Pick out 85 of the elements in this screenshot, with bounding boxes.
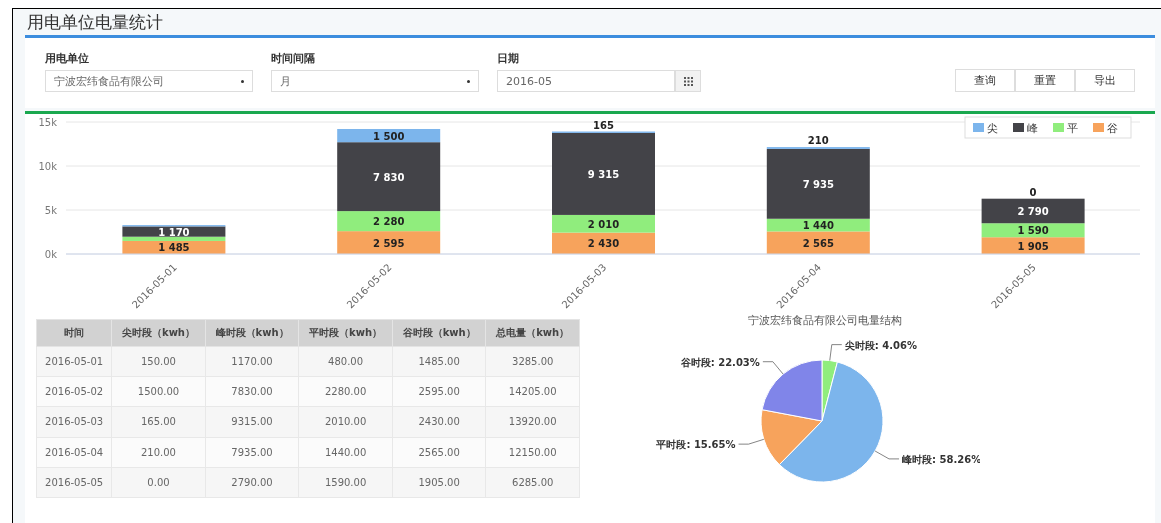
axis-tick-label: 5k xyxy=(44,205,57,216)
leader-line xyxy=(738,438,765,445)
action-button[interactable]: 查询 xyxy=(955,69,1015,92)
slice-label: 峰时段: 58.26% xyxy=(902,453,980,465)
table-cell: 2430.00 xyxy=(392,406,486,438)
bar-value-label: 2 010 xyxy=(587,218,620,230)
bar-value-label: 9 315 xyxy=(587,168,620,180)
table-cell: 2016-05-02 xyxy=(36,376,112,407)
bar-value-label: 7 830 xyxy=(373,171,405,183)
bar-value-label: 1 905 xyxy=(1017,240,1049,252)
bar-value-label: 2 280 xyxy=(373,216,405,228)
bar-value-label: 1 440 xyxy=(802,220,834,232)
caret-icon xyxy=(467,79,470,83)
table-cell: 13920.00 xyxy=(485,406,580,438)
table-cell: 210.00 xyxy=(111,437,206,468)
select-field[interactable]: 宁波宏纬食品有限公司 xyxy=(45,70,253,92)
axis-tick-label: 10k xyxy=(38,161,57,172)
table-cell: 7935.00 xyxy=(205,437,299,468)
bar-value-label: 2 565 xyxy=(802,237,834,249)
legend-label[interactable]: 谷 xyxy=(1107,122,1118,135)
bar-value-label: 1 590 xyxy=(1017,225,1049,237)
date-field[interactable]: 2016-05 xyxy=(497,70,675,92)
grid-icon xyxy=(683,76,693,86)
column-header: 总电量（kwh） xyxy=(485,319,580,347)
table-cell: 0.00 xyxy=(111,467,206,498)
field-label: 用电单位 xyxy=(45,51,90,66)
table-cell: 6285.00 xyxy=(485,467,580,498)
slice-label: 尖时段: 4.06% xyxy=(844,339,917,351)
table-cell: 2280.00 xyxy=(298,376,393,407)
leader-line xyxy=(874,450,900,460)
leader-line xyxy=(762,361,784,375)
table-cell: 2595.00 xyxy=(392,376,486,407)
leader-line xyxy=(829,344,843,361)
bar-value-label: 1 170 xyxy=(158,226,190,238)
slice-label: 谷时段: 22.03% xyxy=(680,356,760,368)
axis-tick-label: 0k xyxy=(44,249,57,260)
column-header: 时间 xyxy=(36,319,112,347)
table-cell: 150.00 xyxy=(111,346,206,377)
table-cell: 1500.00 xyxy=(111,376,206,407)
axis-tick-label: 15k xyxy=(38,117,57,128)
table-cell: 2790.00 xyxy=(205,467,299,498)
table-cell: 1170.00 xyxy=(205,346,299,377)
table-cell: 2016-05-05 xyxy=(36,467,112,498)
legend-label[interactable]: 峰 xyxy=(1027,122,1038,135)
table-cell: 12150.00 xyxy=(485,437,580,468)
field-label: 日期 xyxy=(497,51,520,66)
table-cell: 3285.00 xyxy=(485,346,580,377)
bar-value-label: 2 595 xyxy=(373,237,405,249)
legend-label[interactable]: 平 xyxy=(1067,122,1078,135)
table-cell: 2016-05-03 xyxy=(36,406,112,438)
field-label: 时间间隔 xyxy=(271,51,316,66)
bar-value-label: 1 485 xyxy=(158,242,190,254)
chart-title: 宁波宏纬食品有限公司电量结构 xyxy=(747,313,902,328)
table-cell: 9315.00 xyxy=(205,406,299,438)
caret-icon xyxy=(241,79,244,83)
bar-value-label: 165 xyxy=(593,119,614,131)
bar-value-label: 2 430 xyxy=(587,238,620,250)
table-cell: 1905.00 xyxy=(392,467,486,498)
table-cell: 1440.00 xyxy=(298,437,393,468)
table-cell: 2016-05-01 xyxy=(36,346,112,377)
bar-value-label: 210 xyxy=(807,135,829,147)
bar-value-label: 1 500 xyxy=(373,130,405,142)
column-header: 峰时段（kwh） xyxy=(205,319,299,347)
action-button[interactable]: 导出 xyxy=(1075,69,1135,92)
bar-value-label: 0 xyxy=(1029,186,1037,198)
table-cell: 14205.00 xyxy=(485,376,580,407)
column-header: 谷时段（kwh） xyxy=(392,319,486,347)
table-cell: 1590.00 xyxy=(298,467,393,498)
action-button[interactable]: 重置 xyxy=(1015,69,1075,92)
table-cell: 7830.00 xyxy=(205,376,299,407)
legend-label[interactable]: 尖 xyxy=(987,122,998,135)
table-cell: 2565.00 xyxy=(392,437,486,468)
table-cell: 2010.00 xyxy=(298,406,393,438)
bar-value-label: 7 935 xyxy=(802,178,834,190)
table-cell: 165.00 xyxy=(111,406,206,438)
table-cell: 480.00 xyxy=(298,346,393,377)
column-header: 平时段（kwh） xyxy=(298,319,393,347)
slice-label: 平时段: 15.65% xyxy=(656,439,736,451)
column-header: 尖时段（kwh） xyxy=(111,319,206,347)
bar-value-label: 2 790 xyxy=(1017,205,1049,217)
calendar-button[interactable] xyxy=(675,70,701,92)
select-field[interactable]: 月 xyxy=(271,70,479,92)
page-title: 用电单位电量统计 xyxy=(26,11,164,34)
table-cell: 2016-05-04 xyxy=(36,437,112,468)
table-cell: 1485.00 xyxy=(392,346,486,377)
